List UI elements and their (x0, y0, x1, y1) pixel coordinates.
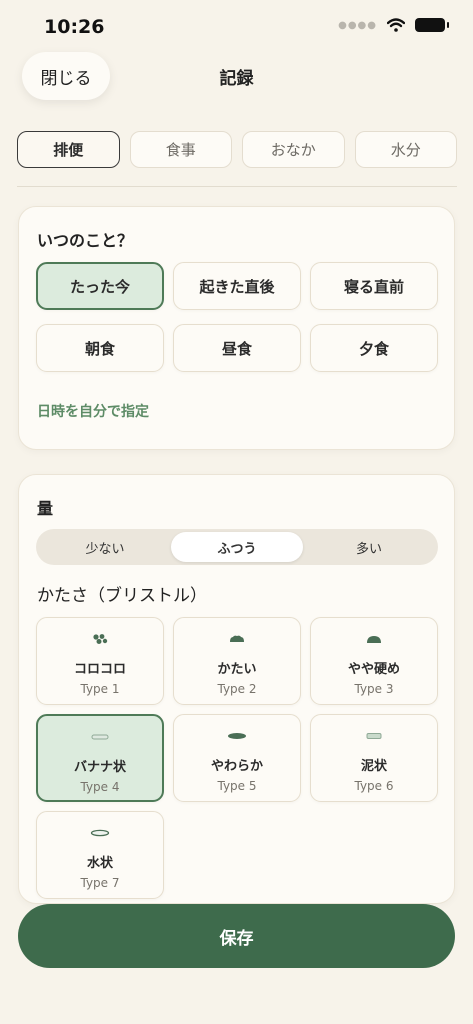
bristol-type-label: Type 1 (80, 682, 120, 696)
bristol-type-label: Type 2 (217, 682, 257, 696)
mushy-icon (366, 729, 382, 743)
when-options: たった今 起きた直後 寝る直前 朝食 昼食 夕食 (36, 262, 438, 372)
bristol-type-label: Type 3 (354, 682, 394, 696)
tab-stomach[interactable]: おなか (242, 131, 345, 168)
bristol-name: かたい (217, 662, 257, 677)
bristol-type-4[interactable]: バナナ状 Type 4 (36, 714, 164, 802)
tab-water[interactable]: 水分 (354, 131, 457, 168)
when-option-dinner[interactable]: 夕食 (310, 324, 438, 372)
bristol-type-label: Type 5 (217, 779, 257, 793)
bristol-name: 水状 (86, 856, 113, 871)
bristol-type-3[interactable]: やや硬め Type 3 (310, 617, 438, 705)
bristol-type-2[interactable]: かたい Type 2 (173, 617, 301, 705)
smooth-icon (91, 730, 109, 744)
when-option-before-sleep[interactable]: 寝る直前 (310, 262, 438, 310)
bristol-name: コロコロ (73, 662, 126, 677)
amount-card: 量 少ない ふつう 多い かたさ（ブリストル） コロコロ Type 1 かたい … (18, 474, 455, 904)
custom-datetime-link[interactable]: 日時を自分で指定 (37, 401, 149, 421)
when-heading: いつのこと？ (37, 231, 134, 250)
page-title: 記録 (219, 69, 254, 89)
status-time: 10:26 (44, 16, 105, 38)
when-option-lunch[interactable]: 昼食 (173, 324, 301, 372)
bristol-type-label: Type 6 (354, 779, 394, 793)
amount-option-normal[interactable]: ふつう (171, 532, 303, 562)
category-tabs: 排便 食事 おなか 水分 (17, 131, 457, 168)
tab-bowel[interactable]: 排便 (17, 131, 120, 168)
battery-icon (415, 18, 449, 32)
when-option-after-waking[interactable]: 起きた直後 (173, 262, 301, 310)
tab-meal[interactable]: 食事 (129, 131, 232, 168)
bristol-name: 泥状 (360, 759, 387, 774)
bristol-type-label: Type 7 (80, 876, 120, 890)
status-icons: ●●●● (338, 18, 449, 32)
save-button[interactable]: 保存 (18, 904, 455, 968)
bristol-type-1[interactable]: コロコロ Type 1 (36, 617, 164, 705)
bristol-heading: かたさ（ブリストル） (37, 586, 207, 606)
when-option-now[interactable]: たった今 (36, 262, 164, 310)
bristol-type-7[interactable]: 水状 Type 7 (36, 811, 164, 899)
divider (17, 186, 457, 187)
amount-segmented-control: 少ない ふつう 多い (36, 529, 438, 565)
amount-heading: 量 (37, 499, 54, 518)
amount-option-small[interactable]: 少ない (39, 532, 171, 562)
amount-option-large[interactable]: 多い (303, 532, 435, 562)
when-card: いつのこと？ たった今 起きた直後 寝る直前 朝食 昼食 夕食 日時を自分で指定 (18, 206, 455, 450)
pellets-icon (92, 632, 108, 646)
bristol-type-label: Type 4 (80, 780, 120, 794)
cracked-icon (366, 632, 382, 646)
bristol-options: コロコロ Type 1 かたい Type 2 やや硬め Type 3 バナナ状 … (36, 617, 438, 899)
lumpy-icon (229, 632, 245, 646)
bristol-type-6[interactable]: 泥状 Type 6 (310, 714, 438, 802)
bristol-name: バナナ状 (73, 760, 126, 775)
when-option-breakfast[interactable]: 朝食 (36, 324, 164, 372)
signal-dots-icon: ●●●● (338, 19, 377, 31)
wifi-icon (387, 18, 405, 32)
soft-icon (227, 729, 247, 743)
bristol-type-5[interactable]: やわらか Type 5 (173, 714, 301, 802)
bristol-name: やや硬め (347, 662, 400, 677)
bristol-name: やわらか (210, 759, 263, 774)
watery-icon (90, 826, 110, 840)
